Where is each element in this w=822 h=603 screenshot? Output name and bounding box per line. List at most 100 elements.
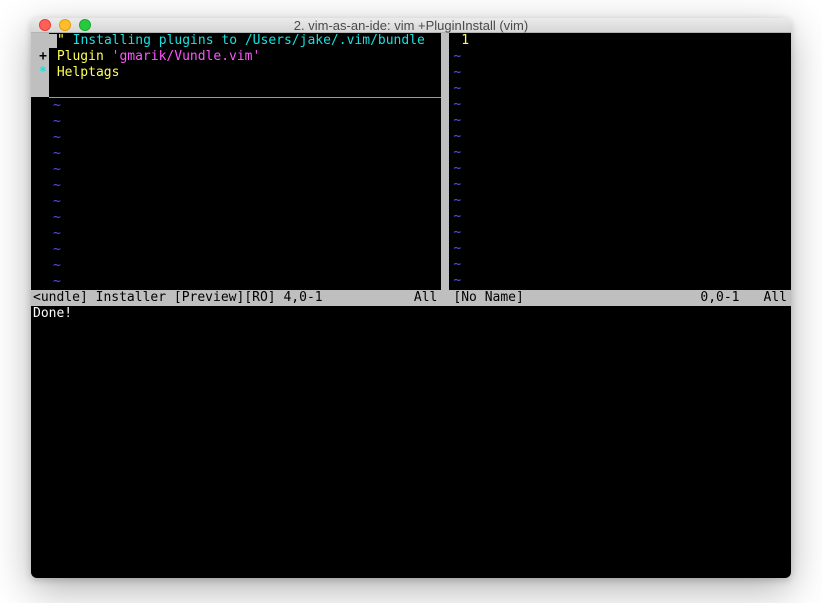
- text: Installing plugins to /Users/jake/.vim/b…: [65, 33, 425, 49]
- tilde-icon: ~: [449, 129, 461, 145]
- buffer-line[interactable]: + Plugin 'gmarik/Vundle.vim': [31, 49, 441, 65]
- end-of-buffer-line: ~: [449, 257, 791, 273]
- end-of-buffer-line: ~: [31, 162, 441, 178]
- cursor: [49, 34, 57, 48]
- tilde-icon: ~: [49, 242, 61, 258]
- terminal-body[interactable]: " Installing plugins to /Users/jake/.vim…: [31, 33, 791, 578]
- sign-column: [31, 178, 49, 194]
- tilde-icon: ~: [449, 65, 461, 81]
- end-of-buffer-line: ~: [449, 161, 791, 177]
- end-of-buffer-line: ~: [31, 242, 441, 258]
- end-of-buffer-line: ~: [449, 97, 791, 113]
- buffer-line[interactable]: * Helptags: [31, 65, 441, 81]
- traffic-lights: [39, 19, 91, 31]
- text: 'gmarik/Vundle.vim': [112, 49, 261, 65]
- line-number: 1: [449, 33, 476, 49]
- status-line: <undle] Installer [Preview][RO] 4,0-1 Al…: [31, 290, 791, 306]
- tilde-icon: ~: [49, 194, 61, 210]
- tilde-icon: ~: [449, 161, 461, 177]
- end-of-buffer-line: ~: [449, 209, 791, 225]
- sign-column: [31, 242, 49, 258]
- status-right-name: [No Name]: [453, 290, 523, 306]
- status-left-pct: All: [414, 290, 437, 306]
- terminal-window: 2. vim-as-an-ide: vim +PluginInstall (vi…: [31, 18, 791, 578]
- sign-column: [31, 33, 49, 49]
- sign-column: [31, 162, 49, 178]
- close-icon[interactable]: [39, 19, 51, 31]
- sign-column: [31, 146, 49, 162]
- sign-column: [31, 258, 49, 274]
- tilde-icon: ~: [449, 177, 461, 193]
- buffer-line[interactable]: [31, 81, 441, 97]
- tilde-icon: ~: [449, 49, 461, 65]
- end-of-buffer-line: ~: [449, 129, 791, 145]
- status-right: [No Name] 0,0-1 All: [449, 290, 791, 306]
- tilde-icon: ~: [449, 257, 461, 273]
- right-pane[interactable]: 1 ~~~~~~~~~~~~~~~~~~~~~~~~~~~~~~~: [449, 33, 791, 290]
- tilde-icon: ~: [449, 273, 461, 289]
- end-of-buffer-line: ~: [31, 258, 441, 274]
- end-of-buffer-line: ~: [449, 145, 791, 161]
- buffer-line[interactable]: " Installing plugins to /Users/jake/.vim…: [31, 33, 441, 49]
- window-title: 2. vim-as-an-ide: vim +PluginInstall (vi…: [31, 18, 791, 33]
- tilde-icon: ~: [449, 145, 461, 161]
- end-of-buffer-line: ~: [449, 241, 791, 257]
- tilde-icon: ~: [49, 162, 61, 178]
- left-pane[interactable]: " Installing plugins to /Users/jake/.vim…: [31, 33, 441, 290]
- end-of-buffer-line: ~: [449, 225, 791, 241]
- tilde-icon: ~: [49, 146, 61, 162]
- sign-column: [31, 98, 49, 114]
- split-panes: " Installing plugins to /Users/jake/.vim…: [31, 33, 791, 290]
- tilde-icon: ~: [49, 210, 61, 226]
- buffer-line[interactable]: 1: [449, 33, 791, 49]
- tilde-icon: ~: [449, 193, 461, 209]
- tilde-icon: ~: [449, 81, 461, 97]
- end-of-buffer-line: ~: [449, 81, 791, 97]
- sign-column: [31, 130, 49, 146]
- command-line[interactable]: Done!: [31, 306, 791, 322]
- sign-column: +: [31, 49, 49, 65]
- tilde-icon: ~: [49, 114, 61, 130]
- minimize-icon[interactable]: [59, 19, 71, 31]
- end-of-buffer-line: ~: [449, 177, 791, 193]
- end-of-buffer-line: ~: [449, 65, 791, 81]
- tilde-icon: ~: [49, 98, 61, 114]
- end-of-buffer-line: ~: [31, 146, 441, 162]
- tilde-icon: ~: [49, 274, 61, 290]
- status-left: <undle] Installer [Preview][RO] 4,0-1 Al…: [31, 290, 441, 306]
- text: Helptags: [49, 65, 119, 81]
- sign-column: *: [31, 65, 49, 81]
- end-of-buffer-line: ~: [449, 193, 791, 209]
- status-right-pct: All: [764, 290, 787, 306]
- end-of-buffer-line: ~: [31, 114, 441, 130]
- tilde-icon: ~: [49, 258, 61, 274]
- end-of-buffer-line: ~: [31, 274, 441, 290]
- end-of-buffer-line: ~: [449, 273, 791, 289]
- sign-column: [31, 114, 49, 130]
- titlebar[interactable]: 2. vim-as-an-ide: vim +PluginInstall (vi…: [31, 18, 791, 33]
- tilde-icon: ~: [449, 225, 461, 241]
- text: Plugin: [49, 49, 112, 65]
- tilde-icon: ~: [449, 241, 461, 257]
- end-of-buffer-line: ~: [31, 130, 441, 146]
- tilde-icon: ~: [449, 97, 461, 113]
- sign-column: [31, 194, 49, 210]
- status-right-pos: 0,0-1: [700, 290, 739, 306]
- end-of-buffer-line: ~: [31, 210, 441, 226]
- end-of-buffer-line: ~: [449, 113, 791, 129]
- sign-column: [31, 226, 49, 242]
- tilde-icon: ~: [449, 209, 461, 225]
- end-of-buffer-line: ~: [449, 49, 791, 65]
- sign-column: [31, 274, 49, 290]
- end-of-buffer-line: ~: [31, 226, 441, 242]
- zoom-icon[interactable]: [79, 19, 91, 31]
- status-left-name: <undle] Installer [Preview][RO]: [33, 290, 276, 305]
- sign-column: [31, 81, 49, 97]
- vertical-split[interactable]: [441, 33, 449, 290]
- status-left-pos: 4,0-1: [283, 290, 322, 305]
- text: ": [57, 33, 65, 49]
- sign-column: [31, 210, 49, 226]
- end-of-buffer-line: ~: [31, 194, 441, 210]
- tilde-icon: ~: [49, 226, 61, 242]
- tilde-icon: ~: [49, 130, 61, 146]
